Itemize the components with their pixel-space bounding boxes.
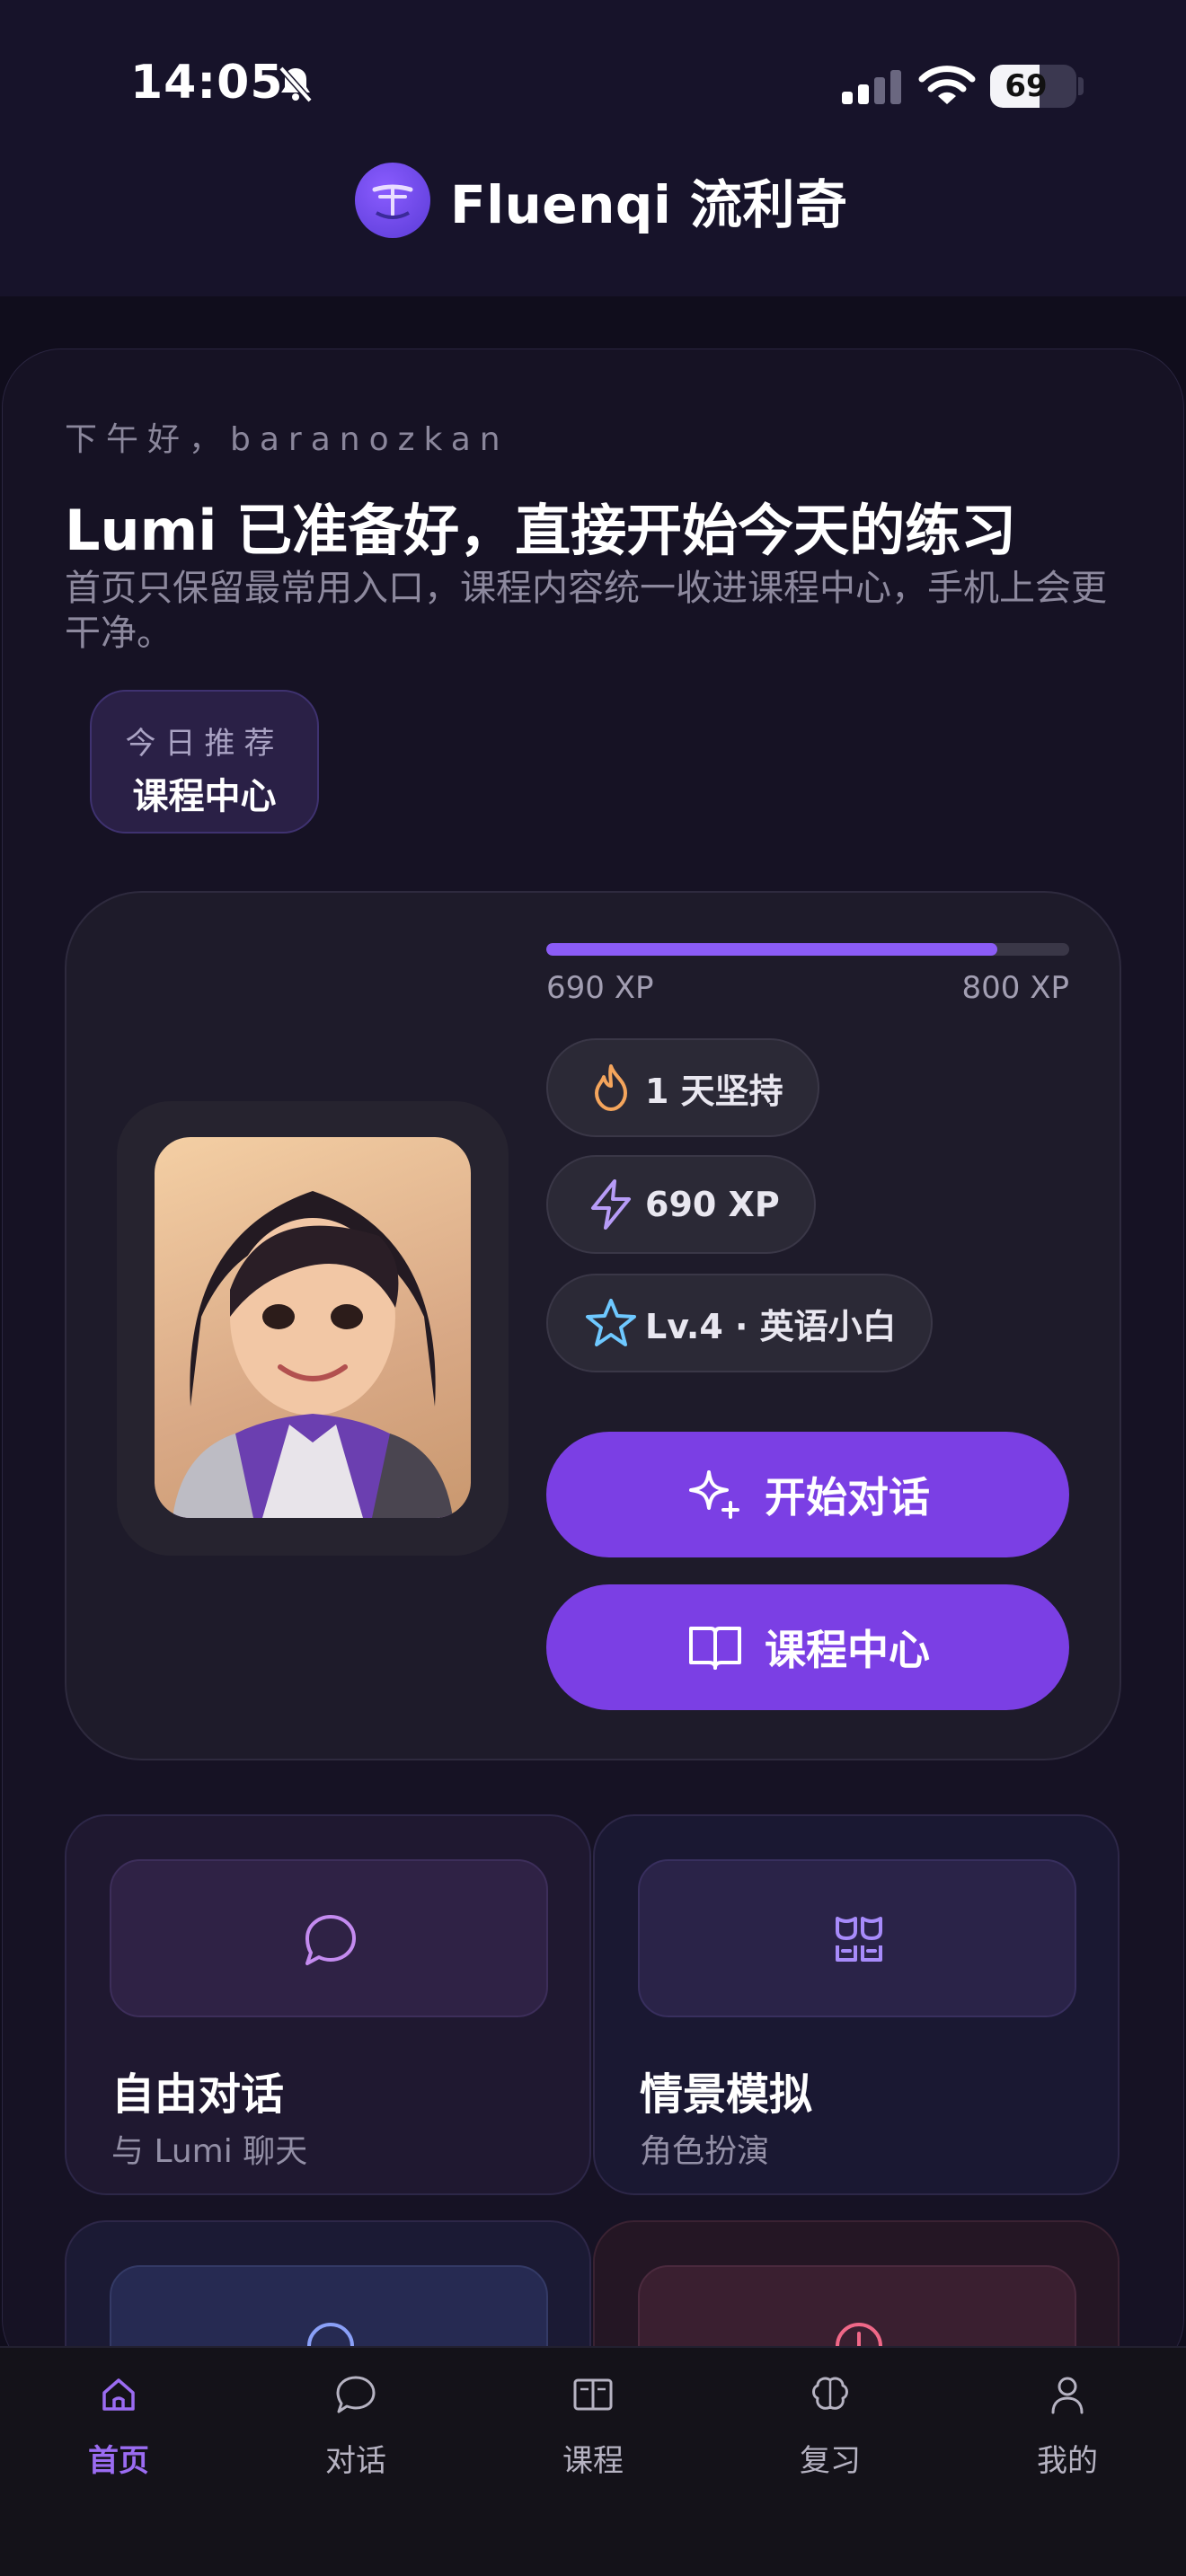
- battery-tip: [1078, 77, 1084, 95]
- feature-card-free-chat[interactable]: 自由对话 与 Lumi 聊天: [65, 1814, 591, 2195]
- tab-label: 我的: [1037, 2443, 1098, 2479]
- sparkles-icon: [689, 1470, 739, 1519]
- tab-label: 对话: [325, 2443, 386, 2479]
- book-icon: [573, 2378, 613, 2411]
- battery-indicator: 69: [990, 65, 1076, 108]
- header-bar: [0, 0, 1186, 296]
- theater-masks-icon: [836, 1917, 882, 1962]
- tab-profile[interactable]: 我的: [978, 2373, 1157, 2517]
- xp-progress-bar: [546, 943, 1069, 956]
- feature-icon-box: [638, 1859, 1076, 2017]
- start-chat-button[interactable]: 开始对话: [546, 1432, 1069, 1557]
- cellular-signal-icon: [842, 70, 901, 104]
- course-center-button[interactable]: 课程中心: [546, 1584, 1069, 1710]
- recommend-value: 课程中心: [132, 776, 277, 817]
- course-center-label: 课程中心: [765, 1626, 930, 1674]
- lumi-avatar: [155, 1137, 471, 1518]
- start-chat-label: 开始对话: [765, 1473, 930, 1522]
- star-icon: [586, 1299, 636, 1346]
- page-subtitle: 首页只保留最常用入口，课程内容统一收进课程中心，手机上会更干净。: [65, 568, 1107, 654]
- tab-review[interactable]: 复习: [740, 2373, 920, 2517]
- home-icon: [102, 2378, 135, 2411]
- flame-icon: [595, 1064, 627, 1111]
- tab-label: 复习: [800, 2443, 861, 2479]
- xp-badge-text: 690 XP: [645, 1185, 780, 1224]
- streak-badge: 1 天坚持: [546, 1038, 819, 1137]
- brain-icon: [812, 2377, 848, 2410]
- recommend-chip[interactable]: 今日推荐 课程中心: [90, 690, 319, 834]
- chat-icon: [336, 2376, 376, 2413]
- lightning-icon: [591, 1179, 631, 1230]
- tab-label: 首页: [88, 2443, 149, 2479]
- feature-icon-box: [110, 1859, 548, 2017]
- xp-target: 800 XP: [961, 970, 1070, 1006]
- battery-level: 69: [1005, 68, 1048, 104]
- feature-subtitle: 角色扮演: [640, 2133, 770, 2170]
- recommend-label: 今日推荐: [125, 726, 284, 762]
- open-book-icon: [689, 1627, 741, 1670]
- xp-current: 690 XP: [546, 970, 654, 1006]
- level-text: Lv.4 · 英语小白: [645, 1306, 897, 1346]
- greeting-text: 下午好，baranozkan: [65, 421, 509, 458]
- page-title: Lumi 已准备好，直接开始今天的练习: [65, 498, 1017, 563]
- tab-courses[interactable]: 课程: [503, 2373, 683, 2517]
- feature-title: 情景模拟: [640, 2069, 813, 2120]
- wifi-icon: [918, 66, 976, 104]
- tab-home[interactable]: 首页: [29, 2373, 208, 2517]
- streak-text: 1 天坚持: [645, 1071, 783, 1111]
- brand-title: Fluenqi 流利奇: [450, 174, 848, 235]
- feature-card-role-play[interactable]: 情景模拟 角色扮演: [593, 1814, 1120, 2195]
- chat-bubble-icon: [305, 1915, 356, 1965]
- feature-title: 自由对话: [111, 2069, 285, 2120]
- feature-subtitle: 与 Lumi 聊天: [111, 2133, 308, 2170]
- user-icon: [1051, 2377, 1084, 2414]
- bell-muted-icon: [279, 66, 313, 103]
- status-time: 14:05: [130, 56, 284, 110]
- level-badge: Lv.4 · 英语小白: [546, 1274, 933, 1372]
- brand-header: Fluenqi 流利奇: [355, 160, 848, 241]
- tab-label: 课程: [562, 2443, 624, 2479]
- tab-chat[interactable]: 对话: [266, 2373, 446, 2517]
- torii-logo-icon: [355, 163, 430, 238]
- xp-badge: 690 XP: [546, 1155, 816, 1254]
